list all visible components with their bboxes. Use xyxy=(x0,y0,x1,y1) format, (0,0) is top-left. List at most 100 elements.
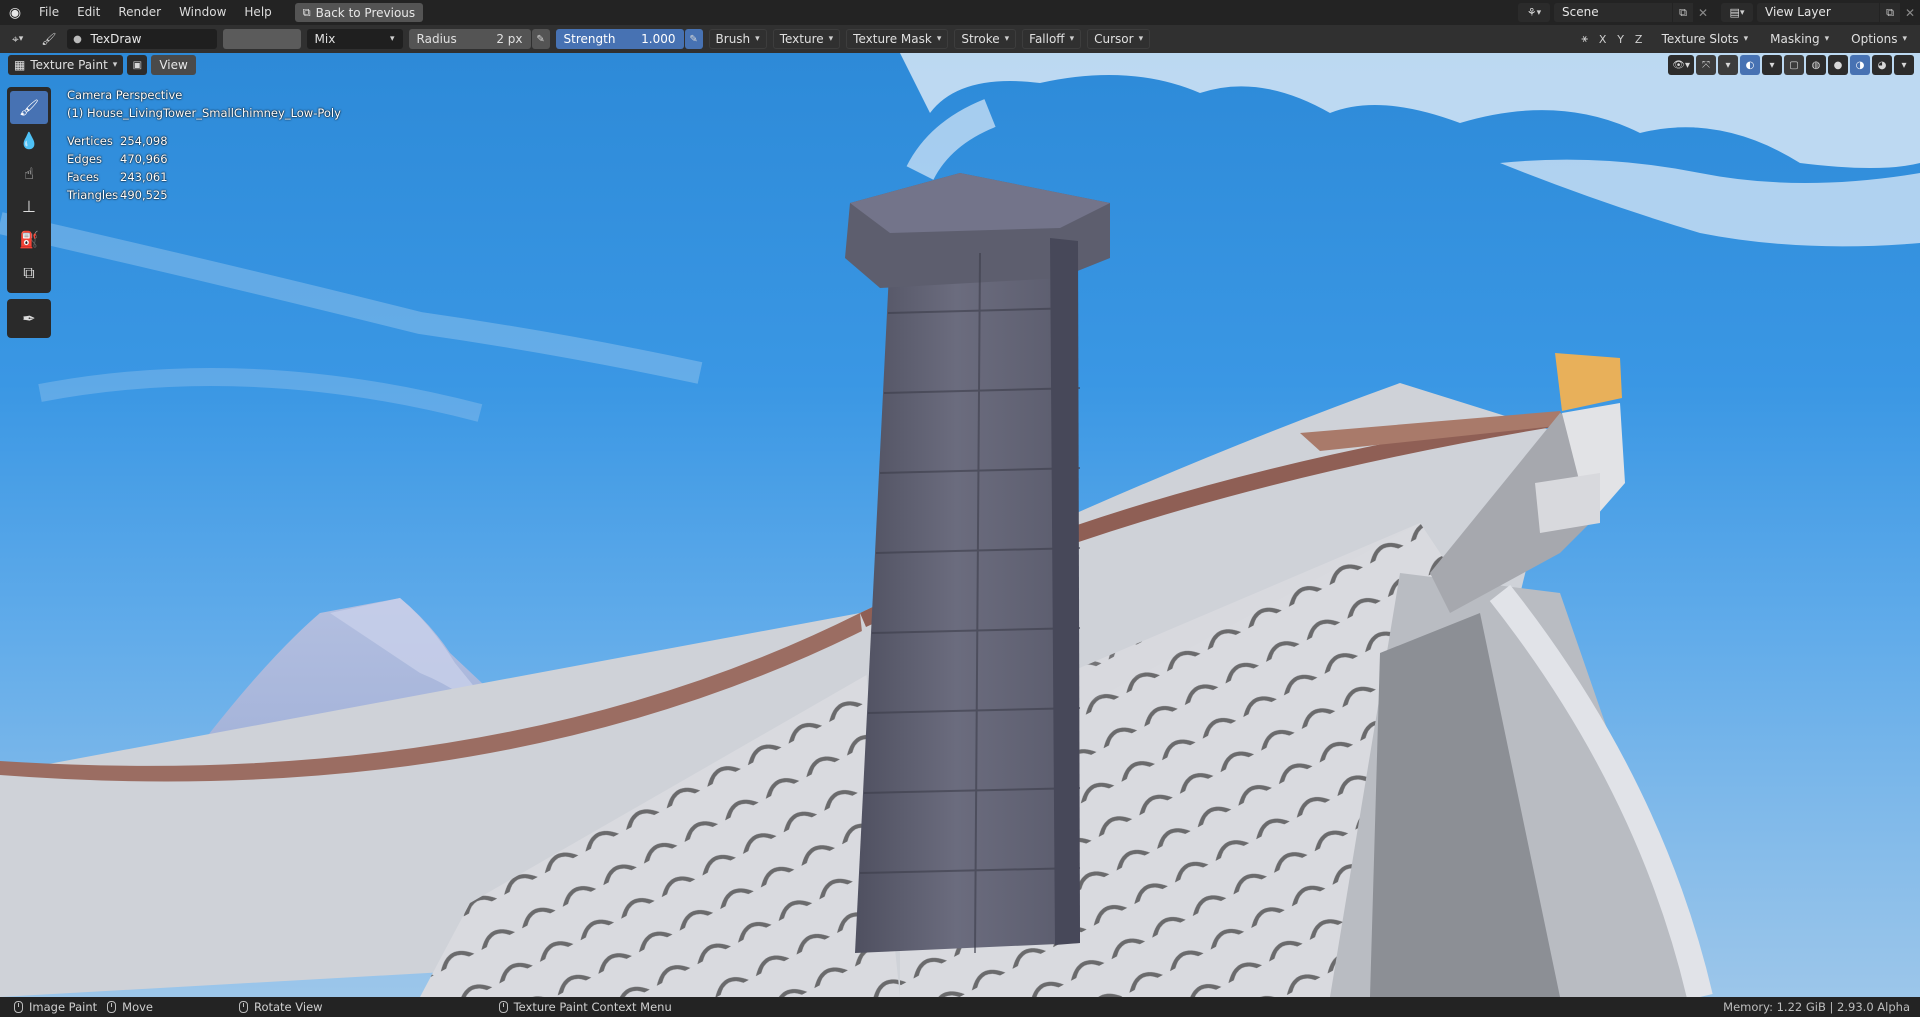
menu-edit[interactable]: Edit xyxy=(68,0,109,25)
chevron-down-icon: ▾ xyxy=(1138,34,1144,44)
brush-dropdown[interactable]: Brush ▾ xyxy=(708,29,767,49)
new-view-layer-icon[interactable]: ⧉ xyxy=(1880,3,1900,22)
texture-dropdown[interactable]: Texture ▾ xyxy=(772,29,841,49)
mirror-x-toggle[interactable]: X xyxy=(1595,30,1611,48)
mouse-left-icon xyxy=(14,1001,23,1013)
symmetry-icon: ⚹ xyxy=(1581,32,1588,45)
status-image-paint: Image Paint xyxy=(14,1000,97,1014)
brush-selector[interactable]: ● TexDraw xyxy=(66,29,217,49)
status-bar: Image Paint Move Rotate View Texture Pai… xyxy=(0,997,1920,1017)
status-rotate-view: Rotate View xyxy=(238,1000,323,1014)
falloff-dropdown[interactable]: Falloff ▾ xyxy=(1022,29,1082,49)
fill-tool-icon[interactable]: ⛽ xyxy=(10,223,48,256)
back-to-previous-button[interactable]: ⧉ Back to Previous xyxy=(294,3,424,22)
new-scene-icon[interactable]: ⧉ xyxy=(1673,3,1693,22)
menu-window[interactable]: Window xyxy=(170,0,235,25)
stat-row: Faces 243,061 xyxy=(67,168,341,186)
mirror-z-toggle[interactable]: Z xyxy=(1631,30,1647,48)
cursor-dropdown-label: Cursor xyxy=(1094,32,1134,46)
blend-mode-dropdown[interactable]: Mix ▾ xyxy=(306,29,403,49)
radius-slider[interactable]: Radius 2 px xyxy=(408,29,531,49)
chevron-down-icon: ▾ xyxy=(1743,34,1749,44)
delete-view-layer-icon[interactable]: ✕ xyxy=(1900,3,1920,22)
wireframe-shading-icon[interactable]: ◍ xyxy=(1806,55,1826,75)
chevron-down-icon: ▾ xyxy=(755,34,760,44)
annotate-tool-icon[interactable]: ✒ xyxy=(10,302,48,335)
radius-pressure-icon[interactable]: ✎ xyxy=(531,29,550,49)
soften-tool-icon[interactable]: 💧 xyxy=(10,124,48,157)
chevron-down-icon: ▾ xyxy=(1069,34,1075,44)
3d-viewport[interactable]: ▦ Texture Paint ▾ ▣ View 👁▾ ⤧ ▾ ◐ ▾ ▢ ◍ … xyxy=(0,53,1920,997)
xray-toggle-icon[interactable]: ▢ xyxy=(1784,55,1804,75)
blender-logo-icon[interactable]: ◉ xyxy=(0,0,30,25)
active-tool-brush-icon[interactable]: 🖌 xyxy=(37,29,60,49)
cursor-dropdown[interactable]: Cursor ▾ xyxy=(1087,29,1151,49)
mode-dropdown[interactable]: ▦ Texture Paint ▾ xyxy=(8,55,124,75)
annotate-panel: ✒ xyxy=(7,299,51,338)
options-dropdown[interactable]: Options ▾ xyxy=(1844,29,1914,49)
viewport-info-overlay: Camera Perspective (1) House_LivingTower… xyxy=(67,86,341,204)
strength-label: Strength xyxy=(563,32,616,46)
stroke-dropdown-label: Stroke xyxy=(961,32,1000,46)
solid-shading-icon[interactable]: ● xyxy=(1828,55,1848,75)
visibility-icon[interactable]: 👁▾ xyxy=(1668,55,1694,75)
mouse-middle-icon xyxy=(238,1001,248,1013)
smear-tool-icon[interactable]: ☝ xyxy=(10,157,48,190)
status-move: Move xyxy=(107,1000,153,1014)
view-menu[interactable]: View xyxy=(151,55,196,75)
overlays-toggle-icon[interactable]: ◐ xyxy=(1740,55,1760,75)
draw-tool-icon[interactable]: 🖌 xyxy=(10,91,48,124)
stat-row: Triangles 490,525 xyxy=(67,186,341,204)
mouse-right-icon xyxy=(498,1001,508,1013)
menu-help[interactable]: Help xyxy=(235,0,280,25)
brush-name: TexDraw xyxy=(90,32,142,46)
chevron-down-icon: ▾ xyxy=(1004,34,1010,44)
strength-slider[interactable]: Strength 1.000 xyxy=(555,29,684,49)
strength-pressure-icon[interactable]: ✎ xyxy=(684,29,703,49)
stat-value: 254,098 xyxy=(120,134,168,148)
stroke-dropdown[interactable]: Stroke ▾ xyxy=(954,29,1017,49)
stat-value: 243,061 xyxy=(120,170,168,184)
stat-key: Edges xyxy=(67,152,102,166)
texture-slots-dropdown[interactable]: Texture Slots ▾ xyxy=(1654,29,1756,49)
stat-key: Vertices xyxy=(67,134,113,148)
strength-value: 1.000 xyxy=(641,32,676,46)
mask-tool-icon[interactable]: ⧉ xyxy=(10,256,48,289)
menu-render[interactable]: Render xyxy=(109,0,170,25)
stat-row: Vertices 254,098 xyxy=(67,132,341,150)
brush-preview-icon: ● xyxy=(73,33,82,45)
status-rotate-view-label: Rotate View xyxy=(253,1000,323,1014)
status-move-label: Move xyxy=(122,1000,153,1014)
delete-scene-icon[interactable]: ✕ xyxy=(1693,3,1713,22)
mirror-y-toggle[interactable]: Y xyxy=(1613,30,1629,48)
gizmo-dropdown-icon[interactable]: ▾ xyxy=(1718,55,1738,75)
clone-tool-icon[interactable]: ⊥ xyxy=(10,190,48,223)
editor-type-icon[interactable]: ⌖ ▾ xyxy=(8,29,27,49)
chevron-down-icon: ▾ xyxy=(390,34,395,44)
stat-row: Edges 470,966 xyxy=(67,150,341,168)
material-preview-shading-icon[interactable]: ◑ xyxy=(1850,55,1870,75)
chevron-down-icon: ▾ xyxy=(112,60,118,70)
gizmo-toggle-icon[interactable]: ⤧ xyxy=(1696,55,1716,75)
mouse-middle-icon xyxy=(107,1001,117,1013)
back-to-previous-label: Back to Previous xyxy=(315,5,416,20)
menu-file[interactable]: File xyxy=(30,0,68,25)
radius-label: Radius xyxy=(416,32,457,46)
scene-name-field[interactable]: Scene xyxy=(1554,3,1672,22)
scene-browse-icon[interactable]: ⚘ ▾ xyxy=(1518,3,1550,22)
fullscreen-back-icon: ⧉ xyxy=(302,5,311,19)
texture-dropdown-label: Texture xyxy=(779,32,824,46)
status-image-paint-label: Image Paint xyxy=(29,1000,98,1014)
overlays-dropdown-icon[interactable]: ▾ xyxy=(1762,55,1782,75)
rendered-shading-icon[interactable]: ◕ xyxy=(1872,55,1892,75)
brush-color-swatch[interactable] xyxy=(222,29,301,49)
memory-version-info: Memory: 1.22 GiB | 2.93.0 Alpha xyxy=(1723,1000,1910,1014)
shading-dropdown-icon[interactable]: ▾ xyxy=(1894,55,1914,75)
view-layer-browse-icon[interactable]: ▤ ▾ xyxy=(1721,3,1753,22)
chevron-down-icon: ▾ xyxy=(1902,34,1907,44)
texture-mask-dropdown[interactable]: Texture Mask ▾ xyxy=(846,29,949,49)
radius-value: 2 px xyxy=(496,32,523,46)
texture-slot-icon[interactable]: ▣ xyxy=(127,55,148,75)
view-layer-name-field[interactable]: View Layer xyxy=(1757,3,1879,22)
masking-dropdown[interactable]: Masking ▾ xyxy=(1763,29,1837,49)
